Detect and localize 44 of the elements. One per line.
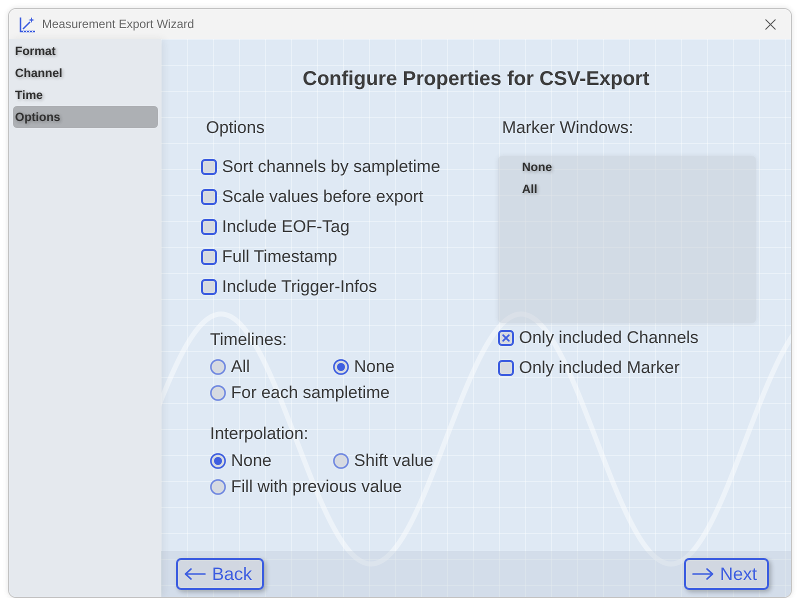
sidebar-item[interactable]: Format (13, 40, 158, 62)
radio-button[interactable] (210, 479, 226, 495)
checkbox[interactable] (201, 219, 217, 235)
list-item[interactable]: All (498, 178, 756, 200)
checkbox[interactable] (201, 159, 217, 175)
group-label: Options (205, 117, 265, 139)
group-label: Marker Windows: (501, 117, 634, 139)
arrow-left-icon (184, 568, 206, 580)
close-icon[interactable] (765, 18, 776, 30)
checkbox-label[interactable]: Include EOF-Tag (222, 216, 350, 238)
checkbox-label[interactable]: Sort channels by sampletime (222, 156, 440, 178)
checkbox[interactable] (498, 330, 514, 346)
group-label: Timelines: (210, 329, 287, 351)
list-item[interactable]: None (498, 156, 756, 178)
radio-label[interactable]: Shift value (354, 450, 434, 472)
arrow-right-icon (692, 568, 714, 580)
page-heading: Configure Properties for CSV-Export (302, 67, 650, 91)
radio-button[interactable] (333, 453, 349, 469)
sidebar-item[interactable]: Options (13, 106, 158, 128)
checkbox-label[interactable]: Scale values before export (222, 186, 424, 208)
radio-label[interactable]: All (231, 356, 250, 378)
checkbox-label[interactable]: Only included Marker (519, 357, 680, 379)
radio-button[interactable] (210, 359, 226, 375)
radio-button[interactable] (333, 359, 349, 375)
next-button[interactable]: Next (684, 558, 769, 590)
sidebar-item[interactable]: Time (13, 84, 158, 106)
checkbox[interactable] (201, 249, 217, 265)
window-title: Measurement Export Wizard (42, 16, 194, 33)
chart-icon (19, 16, 36, 32)
radio-label[interactable]: Fill with previous value (231, 476, 402, 498)
checkbox-label[interactable]: Include Trigger-Infos (222, 276, 377, 298)
checkbox[interactable] (201, 189, 217, 205)
radio-label[interactable]: None (354, 356, 395, 378)
back-button[interactable]: Back (176, 558, 264, 590)
radio-button[interactable] (210, 385, 226, 401)
radio-button[interactable] (210, 453, 226, 469)
checkbox-label[interactable]: Only included Channels (519, 327, 699, 349)
checkbox[interactable] (498, 360, 514, 376)
group-label: Interpolation: (210, 423, 308, 445)
checkbox[interactable] (201, 279, 217, 295)
radio-label[interactable]: None (231, 450, 272, 472)
sidebar-item[interactable]: Channel (13, 62, 158, 84)
checkbox-label[interactable]: Full Timestamp (222, 246, 338, 268)
radio-label[interactable]: For each sampletime (231, 382, 390, 404)
